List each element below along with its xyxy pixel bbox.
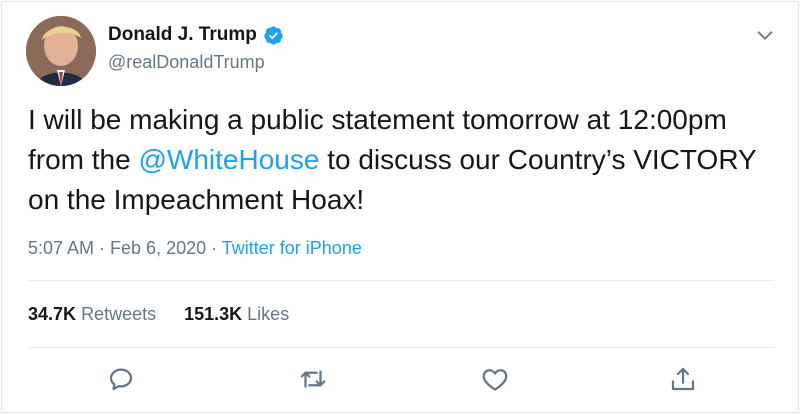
avatar-image	[26, 16, 96, 86]
tweet-source-link[interactable]: Twitter for iPhone	[222, 238, 362, 258]
mention-link[interactable]: @WhiteHouse	[138, 144, 319, 175]
divider	[28, 347, 774, 348]
author-name-row: Donald J. Trump	[108, 24, 284, 46]
action-bar	[2, 364, 798, 394]
like-icon[interactable]	[480, 364, 510, 394]
likes-label: Likes	[247, 304, 290, 324]
verified-badge-icon	[263, 25, 284, 46]
user-handle[interactable]: @realDonaldTrump	[108, 52, 265, 73]
retweets-label: Retweets	[81, 304, 157, 324]
retweets-count: 34.7K	[28, 304, 77, 324]
tweet-text: I will be making a public statement tomo…	[28, 100, 768, 220]
tweet-card: Donald J. Trump @realDonaldTrump I will …	[1, 1, 799, 413]
avatar[interactable]	[26, 16, 96, 86]
tweet-timestamp[interactable]: 5:07 AM · Feb 6, 2020 ·	[28, 238, 222, 258]
tweet-meta: 5:07 AM · Feb 6, 2020 · Twitter for iPho…	[28, 238, 362, 259]
likes-stat[interactable]: 151.3K Likes	[184, 304, 289, 325]
retweets-stat[interactable]: 34.7K Retweets	[28, 304, 156, 325]
likes-count: 151.3K	[184, 304, 243, 324]
retweet-icon[interactable]	[298, 364, 328, 394]
display-name[interactable]: Donald J. Trump	[108, 24, 257, 46]
divider	[28, 280, 774, 281]
reply-icon[interactable]	[106, 364, 136, 394]
share-icon[interactable]	[668, 364, 698, 394]
tweet-stats: 34.7K Retweets 151.3K Likes	[28, 304, 289, 325]
chevron-down-icon[interactable]	[754, 24, 776, 46]
